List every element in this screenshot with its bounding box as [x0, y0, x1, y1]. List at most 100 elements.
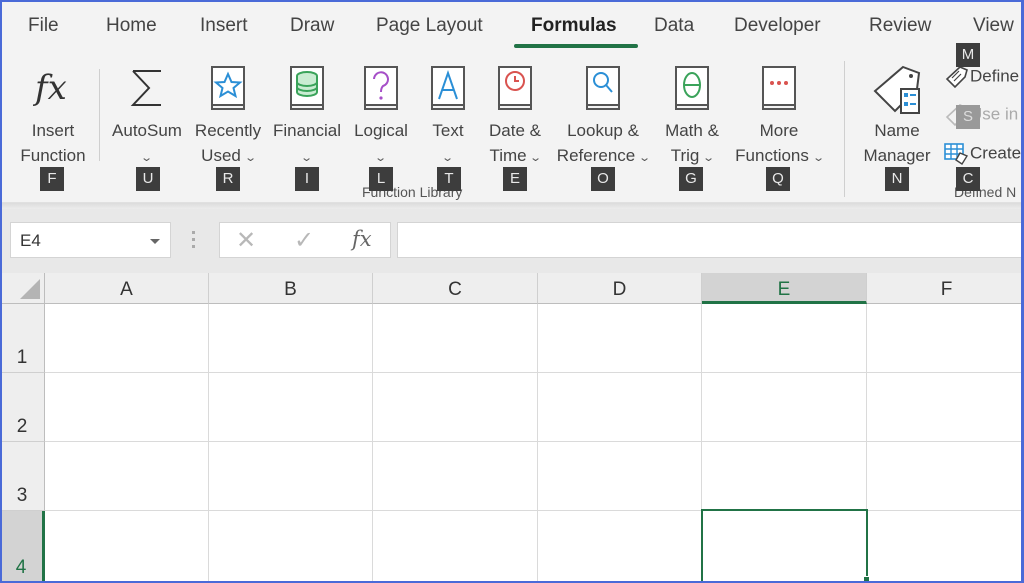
- cell-b1[interactable]: [209, 304, 373, 373]
- tab-developer[interactable]: Developer: [734, 15, 821, 37]
- keytip-l: L: [369, 167, 393, 191]
- column-header-c[interactable]: C: [373, 273, 538, 304]
- chevron-down-icon: ⌄: [702, 152, 716, 164]
- active-cell-e4[interactable]: [701, 509, 868, 583]
- lookup-reference-label-2: Reference: [556, 146, 636, 165]
- row-header-4[interactable]: 4: [0, 511, 45, 583]
- keytip-r: R: [216, 167, 240, 191]
- clock-book-icon: [495, 65, 535, 111]
- insert-function-label-2: Function: [20, 146, 86, 165]
- more-functions-label-2: Functions: [735, 146, 809, 165]
- dots-book-icon: [759, 65, 799, 111]
- cell-a1[interactable]: [45, 304, 209, 373]
- check-icon[interactable]: ✓: [294, 226, 314, 255]
- name-box-value: E4: [20, 231, 41, 250]
- formula-bar-buttons: ✕ ✓ fx: [219, 222, 391, 258]
- tag-list-icon: [871, 65, 923, 114]
- cell-f3[interactable]: [867, 442, 1024, 511]
- cell-d3[interactable]: [538, 442, 702, 511]
- tab-formulas[interactable]: Formulas: [531, 15, 617, 37]
- text-label: Text: [432, 121, 464, 140]
- logical-label: Logical: [354, 121, 408, 140]
- cell-c2[interactable]: [373, 373, 538, 442]
- coins-book-icon: [287, 65, 327, 111]
- column-header-b[interactable]: B: [209, 273, 373, 304]
- tab-home[interactable]: Home: [106, 15, 157, 37]
- tag-icon: [945, 66, 968, 89]
- keytip-s: S: [956, 105, 980, 129]
- ribbon-formulas: fx Insert Function F AutoSum ⌄ U Recentl…: [0, 43, 1024, 203]
- math-trig-label-1: Math &: [665, 121, 719, 140]
- cell-e2[interactable]: [702, 373, 867, 442]
- recently-used-label-2: Used: [201, 146, 241, 165]
- column-header-e[interactable]: E: [702, 273, 867, 304]
- autosum-label: AutoSum: [112, 121, 182, 140]
- create-from-selection-label: Create: [970, 143, 1022, 163]
- keytip-m: M: [956, 43, 980, 67]
- cell-c1[interactable]: [373, 304, 538, 373]
- row-header-3[interactable]: 3: [0, 442, 45, 511]
- financial-label: Financial: [272, 121, 342, 140]
- tab-draw[interactable]: Draw: [290, 15, 334, 37]
- cell-a3[interactable]: [45, 442, 209, 511]
- define-name-label: Define: [970, 66, 1020, 86]
- cell-c3[interactable]: [373, 442, 538, 511]
- keytip-n: N: [885, 167, 909, 191]
- create-from-selection-button[interactable]: Create: [944, 141, 1021, 167]
- cell-b4[interactable]: [209, 511, 373, 583]
- tab-insert[interactable]: Insert: [200, 15, 248, 37]
- keytip-o: O: [591, 167, 615, 191]
- fx-icon: fx: [32, 65, 73, 111]
- formula-bar-grip[interactable]: [192, 231, 196, 253]
- cell-a4[interactable]: [45, 511, 209, 583]
- name-box[interactable]: E4: [10, 222, 171, 258]
- cell-e1[interactable]: [702, 304, 867, 373]
- name-manager-label-2: Manager: [863, 146, 931, 165]
- magnifier-book-icon: [583, 65, 623, 111]
- spreadsheet-grid: A B C D E F 1 2 3 4: [0, 273, 1024, 583]
- insert-function-icon[interactable]: fx: [352, 227, 372, 251]
- cell-d2[interactable]: [538, 373, 702, 442]
- lookup-reference-label-1: Lookup &: [567, 121, 639, 140]
- column-header-a[interactable]: A: [45, 273, 209, 304]
- cell-d4[interactable]: [538, 511, 702, 583]
- date-time-label-1: Date &: [489, 121, 541, 140]
- caret-down-icon[interactable]: [150, 239, 160, 244]
- math-trig-label-2: Trig: [670, 146, 700, 165]
- cell-b3[interactable]: [209, 442, 373, 511]
- keytip-g: G: [679, 167, 703, 191]
- chevron-down-icon: ⌄: [638, 152, 652, 164]
- cancel-icon[interactable]: ✕: [236, 226, 256, 255]
- fill-handle[interactable]: [863, 576, 870, 583]
- keytip-e: E: [503, 167, 527, 191]
- keytip-q: Q: [766, 167, 790, 191]
- date-time-label-2: Time: [489, 146, 527, 165]
- cell-f2[interactable]: [867, 373, 1024, 442]
- define-name-button[interactable]: Define: [944, 64, 1019, 90]
- tab-data[interactable]: Data: [654, 15, 694, 37]
- more-functions-label-1: More: [759, 121, 799, 140]
- tab-page-layout[interactable]: Page Layout: [376, 15, 483, 37]
- cell-c4[interactable]: [373, 511, 538, 583]
- insert-function-label-1: Insert: [31, 121, 75, 140]
- cell-a2[interactable]: [45, 373, 209, 442]
- cell-f1[interactable]: [867, 304, 1024, 373]
- cell-f4[interactable]: [867, 511, 1024, 583]
- tab-view[interactable]: View: [973, 15, 1014, 37]
- keytip-u: U: [136, 167, 160, 191]
- cell-d1[interactable]: [538, 304, 702, 373]
- tab-review[interactable]: Review: [869, 15, 931, 37]
- cell-e3[interactable]: [702, 442, 867, 511]
- select-all-triangle-icon: [20, 279, 40, 299]
- row-header-1[interactable]: 1: [0, 304, 45, 373]
- recently-used-label-1: Recently: [194, 121, 262, 140]
- cell-b2[interactable]: [209, 373, 373, 442]
- column-header-d[interactable]: D: [538, 273, 702, 304]
- tab-file[interactable]: File: [28, 15, 59, 37]
- row-header-2[interactable]: 2: [0, 373, 45, 442]
- column-header-f[interactable]: F: [867, 273, 1024, 304]
- select-all-button[interactable]: [0, 273, 45, 304]
- formula-input[interactable]: [397, 222, 1024, 258]
- table-tag-icon: [944, 143, 969, 165]
- svg-text:fx: fx: [33, 68, 67, 108]
